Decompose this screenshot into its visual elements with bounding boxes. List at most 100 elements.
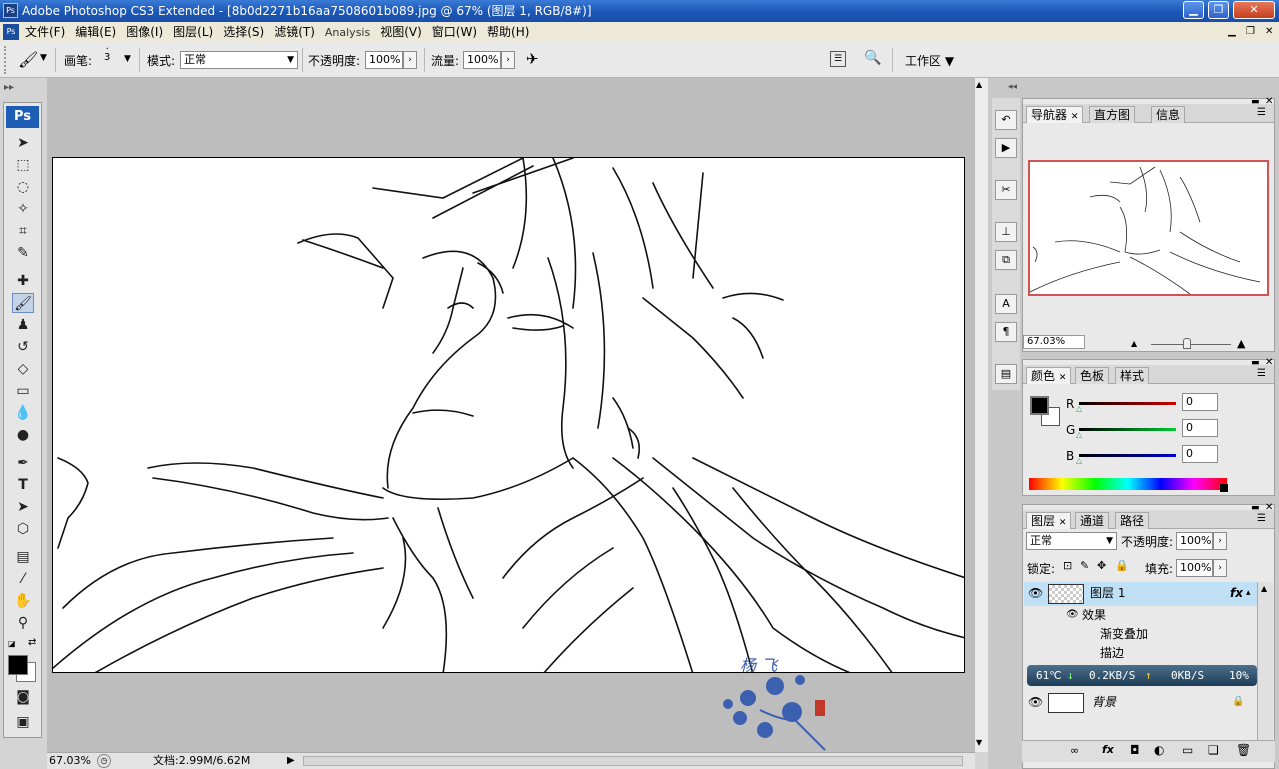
channel-r-slider[interactable] — [1079, 402, 1176, 405]
zoom-in-icon[interactable]: ▲ — [1237, 337, 1245, 350]
add-style-icon[interactable]: fx — [1102, 743, 1114, 756]
tab-histogram[interactable]: 直方图 — [1089, 106, 1136, 123]
crop-tool-icon[interactable]: ⌗ — [12, 221, 34, 241]
navigator-preview[interactable] — [1028, 160, 1269, 296]
quick-mask-icon[interactable]: ◙ — [12, 687, 34, 707]
dock-collapse-icon[interactable]: ◂◂ — [1008, 82, 1017, 92]
brushes-panel-icon[interactable]: ⊥ — [995, 222, 1017, 242]
color-foreground-swatch[interactable] — [1030, 396, 1049, 415]
tab-swatches[interactable]: 色板 — [1075, 367, 1110, 384]
document-icon[interactable]: Ps — [3, 24, 19, 40]
foreground-color-swatch[interactable] — [8, 655, 28, 675]
dodge-tool-icon[interactable]: ● — [12, 425, 34, 445]
adjustment-layer-icon[interactable]: ◐ — [1154, 743, 1164, 757]
brush-dropdown-icon[interactable]: ▼ — [124, 54, 131, 64]
actions-panel-icon[interactable]: ▶ — [995, 138, 1017, 158]
airbrush-icon[interactable]: ✈ — [526, 50, 539, 68]
ps-logo[interactable]: Ps — [6, 106, 39, 128]
tab-close-icon[interactable]: ✕ — [1059, 373, 1067, 383]
opacity-input[interactable]: 100% — [365, 51, 403, 69]
fill-slider-button[interactable]: › — [1213, 559, 1227, 577]
bridge-icon[interactable]: 🔍 — [864, 50, 881, 66]
doc-restore-icon[interactable]: ❐ — [1246, 22, 1255, 42]
status-menu-icon[interactable]: ▶ — [287, 753, 295, 769]
menu-edit[interactable]: 编辑(E) — [70, 22, 121, 42]
channel-b-thumb-icon[interactable]: △ — [1076, 456, 1082, 465]
clone-source-icon[interactable]: ⧉ — [995, 250, 1017, 270]
new-group-icon[interactable]: ▭ — [1182, 743, 1193, 757]
tab-paths[interactable]: 路径 — [1115, 512, 1150, 529]
channel-b-slider[interactable] — [1079, 454, 1176, 457]
path-selection-icon[interactable]: ➤ — [12, 497, 34, 517]
effect-gradient-overlay[interactable]: 渐变叠加 — [1024, 625, 1257, 644]
tab-navigator[interactable]: 导航器 ✕ — [1026, 106, 1084, 123]
workspace-menu[interactable]: 工作区 ▼ — [905, 52, 954, 69]
channel-b-input[interactable]: 0 — [1182, 445, 1218, 463]
layer-effects-row[interactable]: 👁 效果 — [1024, 605, 1257, 625]
minimize-button[interactable]: ▁ — [1183, 1, 1204, 19]
panel-menu-icon[interactable]: ☰ — [1257, 368, 1266, 379]
menu-filter[interactable]: 滤镜(T) — [269, 22, 320, 42]
history-panel-icon[interactable]: ↶ — [995, 110, 1017, 130]
menu-select[interactable]: 选择(S) — [218, 22, 269, 42]
character-panel-icon[interactable]: A — [995, 294, 1017, 314]
horizontal-scrollbar[interactable] — [303, 756, 963, 766]
spectrum-black-swatch[interactable] — [1220, 484, 1228, 492]
layers-scroll-up-icon[interactable]: ▲ — [1261, 584, 1267, 593]
effect-stroke[interactable]: 描边 — [1024, 644, 1257, 663]
color-spectrum-ramp[interactable] — [1029, 478, 1227, 490]
opacity-slider-button[interactable]: › — [403, 51, 417, 69]
tab-close-icon[interactable]: ✕ — [1059, 518, 1067, 528]
brush-tool-icon[interactable]: 🖌 — [12, 293, 34, 313]
pen-tool-icon[interactable]: ✒ — [12, 453, 34, 473]
menu-view[interactable]: 视图(V) — [375, 22, 427, 42]
tab-close-icon[interactable]: ✕ — [1071, 112, 1079, 122]
new-layer-icon[interactable]: ❏ — [1208, 743, 1219, 757]
menu-layer[interactable]: 图层(L) — [168, 22, 218, 42]
doc-close-icon[interactable]: ✕ — [1265, 22, 1273, 42]
eraser-tool-icon[interactable]: ◇ — [12, 359, 34, 379]
vertical-scrollbar[interactable]: ▲ ▼ — [975, 78, 988, 752]
lock-position-icon[interactable]: ✥ — [1097, 559, 1106, 572]
tab-layers[interactable]: 图层 ✕ — [1026, 512, 1072, 529]
layer-comps-icon[interactable]: ▤ — [995, 364, 1017, 384]
lock-transparent-icon[interactable]: ⊡ — [1063, 559, 1072, 572]
swap-colors-icon[interactable]: ⇄ — [28, 637, 36, 648]
status-info-icon[interactable]: ◷ — [97, 754, 111, 768]
brush-preview[interactable]: · 3 — [104, 45, 110, 63]
menu-window[interactable]: 窗口(W) — [427, 22, 482, 42]
expand-effects-icon[interactable]: ▴ — [1246, 582, 1251, 604]
channel-g-thumb-icon[interactable]: △ — [1076, 430, 1082, 439]
hand-tool-icon[interactable]: ✋ — [12, 591, 34, 611]
layers-scrollbar[interactable]: ▲ — [1257, 582, 1273, 742]
delete-layer-icon[interactable]: 🗑 — [1236, 743, 1251, 757]
lock-all-icon[interactable]: 🔒 — [1115, 559, 1129, 572]
blur-tool-icon[interactable]: 💧 — [12, 403, 34, 423]
channel-g-slider[interactable] — [1079, 428, 1176, 431]
link-layers-icon[interactable]: ∞ — [1070, 744, 1079, 757]
marquee-tool-icon[interactable]: ⬚ — [12, 155, 34, 175]
channel-g-input[interactable]: 0 — [1182, 419, 1218, 437]
layer-opacity-input[interactable]: 100% — [1176, 532, 1213, 550]
flow-slider-button[interactable]: › — [501, 51, 515, 69]
brush-tool-preset-icon[interactable]: 🖌 — [18, 50, 38, 69]
gradient-tool-icon[interactable]: ▭ — [12, 381, 34, 401]
layer-opacity-slider-button[interactable]: › — [1213, 532, 1227, 550]
flow-input[interactable]: 100% — [463, 51, 501, 69]
move-tool-icon[interactable]: ➤ — [12, 133, 34, 153]
navigator-zoom-field[interactable]: 67.03% — [1023, 335, 1085, 349]
blend-mode-select[interactable]: 正常 ▼ — [1026, 532, 1117, 550]
close-button[interactable]: ✕ — [1233, 1, 1275, 19]
toolbox-collapse-icon[interactable]: ▸▸ — [4, 82, 14, 93]
navigator-zoom-slider[interactable] — [1151, 344, 1231, 345]
default-colors-icon[interactable]: ◪ — [8, 639, 16, 648]
tool-presets-icon[interactable]: ✂ — [995, 180, 1017, 200]
screen-mode-icon[interactable]: ▣ — [12, 712, 34, 732]
menu-help[interactable]: 帮助(H) — [482, 22, 534, 42]
effects-eye-icon[interactable]: 👁 — [1066, 605, 1079, 625]
preset-dropdown-icon[interactable]: ▼ — [40, 53, 47, 63]
history-brush-icon[interactable]: ↺ — [12, 337, 34, 357]
network-monitor-widget[interactable]: 61℃ ↓ 0.2KB/S ↑ 0KB/S 10% — [1027, 665, 1257, 686]
maximize-button[interactable]: ❐ — [1208, 1, 1229, 19]
layer-fx-icon[interactable]: fx — [1230, 582, 1243, 604]
